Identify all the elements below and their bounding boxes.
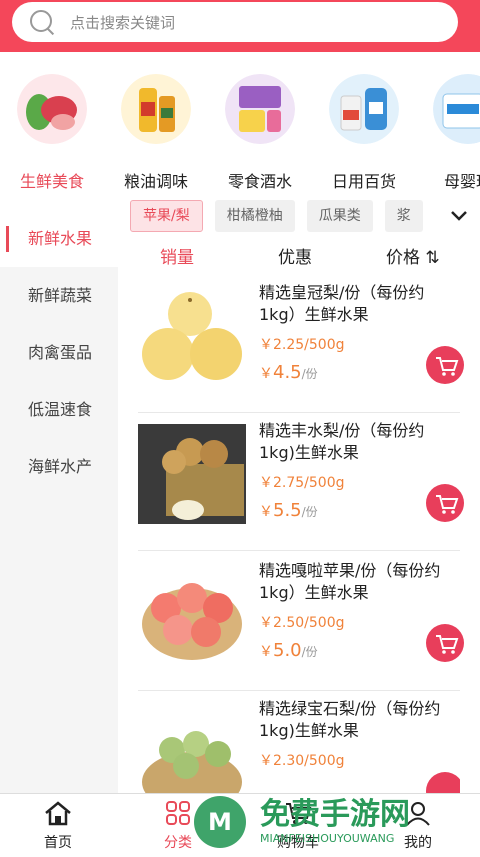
product-image (138, 424, 246, 524)
baby-products-icon (433, 74, 480, 144)
product-price: ￥5.0/份 (259, 640, 318, 661)
sidebar-item-frozen-food[interactable]: 低温速食 (0, 381, 118, 438)
product-unit-price: ￥2.25/500g (259, 337, 345, 353)
product-item[interactable]: 精选皇冠梨/份（每份约1kg）生鲜水果 ￥2.25/500g ￥4.5/份 (138, 274, 464, 413)
subtab-citrus[interactable]: 柑橘橙柚 (214, 200, 295, 232)
category-daily-goods[interactable]: 日用百货 (312, 74, 416, 192)
category-baby-products[interactable]: 母婴玩 (416, 74, 480, 192)
product-unit-price: ￥2.30/500g (259, 753, 345, 769)
product-item[interactable]: 精选丰水梨/份（每份约1kg)生鲜水果 ￥2.75/500g ￥5.5/份 (138, 412, 464, 551)
category-grain-oil[interactable]: 粮油调味 (104, 74, 208, 192)
category-carousel: 生鲜美食 粮油调味 零食酒水 日用百货 母婴玩 (0, 52, 480, 202)
header-bar: 点击搜索关键词 (0, 0, 480, 52)
add-to-cart-button[interactable] (426, 346, 464, 384)
product-image (138, 720, 246, 793)
svg-text:免费手游网: 免费手游网 (260, 797, 410, 832)
sidebar-item-seafood[interactable]: 海鲜水产 (0, 438, 118, 495)
fresh-food-icon (17, 74, 87, 144)
svg-text:M: M (208, 808, 232, 836)
search-icon (28, 8, 56, 36)
product-price: ￥5.5/份 (259, 500, 318, 521)
sidebar-item-fresh-fruit[interactable]: 新鲜水果 (0, 210, 118, 267)
watermark-logo: M 免费手游网 MIANFEISHOUYOUWANG (190, 790, 480, 853)
svg-text:MIANFEISHOUYOUWANG: MIANFEISHOUYOUWANG (260, 832, 394, 845)
search-placeholder: 点击搜索关键词 (70, 13, 176, 32)
product-image (138, 286, 246, 386)
snacks-icon (225, 74, 295, 144)
search-box[interactable]: 点击搜索关键词 (12, 2, 458, 42)
product-item[interactable]: 精选嘎啦苹果/份（每份约1kg）生鲜水果 ￥2.50/500g ￥5.0/份 (138, 552, 464, 691)
product-name: 精选嘎啦苹果/份（每份约1kg）生鲜水果 (259, 561, 441, 602)
category-snacks[interactable]: 零食酒水 (208, 74, 312, 192)
grain-oil-icon (121, 74, 191, 144)
sort-bar: 销量 优惠 价格 ⇅ (118, 240, 480, 270)
daily-goods-icon (329, 74, 399, 144)
sidebar-item-fresh-vegetables[interactable]: 新鲜蔬菜 (0, 267, 118, 324)
sidebar: 新鲜水果 新鲜蔬菜 肉禽蛋品 低温速食 海鲜水产 (0, 210, 118, 793)
subcategory-tabs: 苹果/梨 柑橘橙柚 瓜果类 浆 (130, 200, 480, 236)
product-name: 精选丰水梨/份（每份约1kg)生鲜水果 (259, 421, 425, 462)
product-image (138, 564, 246, 664)
subtab-melons[interactable]: 瓜果类 (306, 200, 373, 232)
sort-discount[interactable]: 优惠 (278, 243, 312, 268)
add-to-cart-button[interactable] (426, 624, 464, 662)
product-price: ￥4.5/份 (259, 362, 318, 383)
sort-sales[interactable]: 销量 (160, 243, 194, 268)
category-fresh-food[interactable]: 生鲜美食 (0, 74, 104, 192)
subtab-berries[interactable]: 浆 (384, 200, 423, 232)
sort-price[interactable]: 价格 ⇅ (386, 243, 440, 268)
add-to-cart-button[interactable] (426, 484, 464, 522)
product-item[interactable]: 精选绿宝石梨/份（每份约1kg)生鲜水果 ￥2.30/500g (138, 690, 460, 793)
product-name: 精选皇冠梨/份（每份约1kg）生鲜水果 (259, 283, 425, 324)
chevron-down-icon[interactable] (448, 205, 470, 227)
sidebar-item-meat-eggs[interactable]: 肉禽蛋品 (0, 324, 118, 381)
product-unit-price: ￥2.75/500g (259, 475, 345, 491)
home-icon (45, 801, 71, 826)
product-unit-price: ￥2.50/500g (259, 615, 345, 631)
subtab-apple-pear[interactable]: 苹果/梨 (130, 200, 203, 232)
product-name: 精选绿宝石梨/份（每份约1kg)生鲜水果 (259, 699, 441, 740)
tab-home[interactable]: 首页 (10, 800, 106, 852)
